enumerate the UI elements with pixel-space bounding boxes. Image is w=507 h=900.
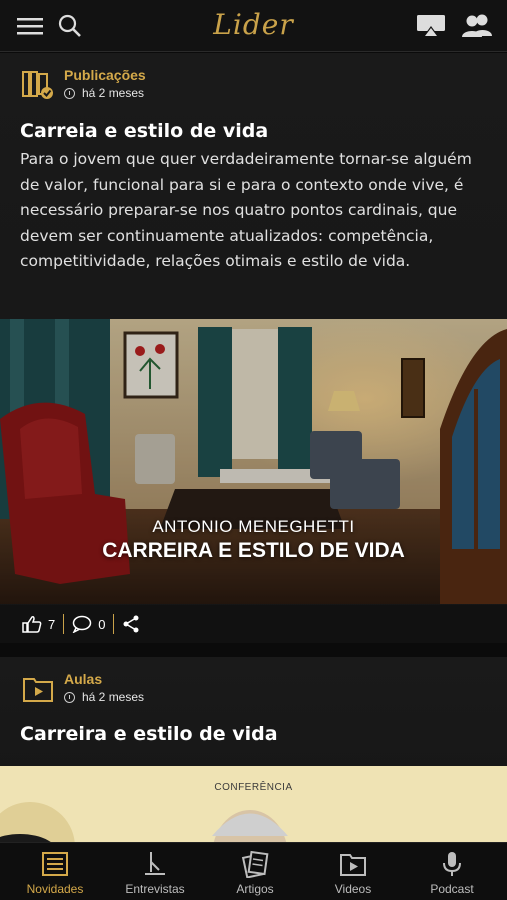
microphone-stand-icon: [145, 852, 165, 875]
tab-podcast[interactable]: Podcast: [402, 843, 502, 900]
post-title[interactable]: Carreira e estilo de vida: [20, 723, 278, 745]
post-image[interactable]: CONFERÊNCIA: [0, 766, 507, 847]
community-icon[interactable]: [460, 10, 494, 42]
like-button[interactable]: 7: [22, 615, 55, 633]
share-icon: [123, 615, 139, 633]
post-time: há 2 meses: [64, 690, 144, 704]
comment-button[interactable]: 0: [72, 615, 105, 633]
tab-novidades[interactable]: Novidades: [5, 843, 105, 900]
tab-label: Artigos: [236, 882, 274, 896]
video-play-icon: [340, 854, 366, 876]
comment-count: 0: [98, 616, 106, 632]
feed-item-publicacoes[interactable]: Publicações há 2 meses Carreia e estilo …: [0, 53, 507, 643]
divider: [113, 614, 115, 634]
post-time-text: há 2 meses: [82, 86, 145, 100]
bottom-nav: Novidades Entrevistas Artigos Videos Pod…: [0, 842, 507, 900]
tab-label: Videos: [334, 882, 372, 896]
share-button[interactable]: [122, 615, 140, 633]
podcast-mic-icon: [443, 852, 461, 876]
post-description: Para o jovem que quer verdadeiramente to…: [20, 150, 472, 271]
clock-icon: [64, 691, 75, 703]
books-icon: [22, 69, 54, 101]
thumbs-up-icon: [22, 616, 42, 633]
tab-videos[interactable]: Videos: [303, 843, 403, 900]
post-image[interactable]: ANTONIO MENEGHETTI CARREIRA E ESTILO DE …: [0, 319, 507, 604]
image-caption: CONFERÊNCIA: [214, 782, 293, 793]
tab-entrevistas[interactable]: Entrevistas: [105, 843, 205, 900]
comment-icon: [72, 615, 92, 633]
tab-label: Podcast: [430, 882, 474, 896]
airplay-icon[interactable]: [414, 10, 448, 42]
post-title[interactable]: Carreia e estilo de vida: [20, 120, 268, 142]
conference-photo: [0, 766, 507, 847]
post-actions: 7 0: [0, 605, 507, 643]
tab-label: Novidades: [26, 882, 84, 896]
tab-label: Entrevistas: [125, 882, 185, 896]
category-label[interactable]: Publicações: [64, 67, 146, 83]
tab-artigos[interactable]: Artigos: [205, 843, 305, 900]
clock-icon: [64, 87, 75, 99]
video-icon: [22, 673, 54, 705]
post-time: há 2 meses: [64, 86, 144, 100]
feed-item-aulas[interactable]: Aulas há 2 meses Carreira e estilo de vi…: [0, 657, 507, 847]
category-label[interactable]: Aulas: [64, 671, 102, 687]
articles-icon: [241, 850, 269, 878]
image-caption-title: CARREIRA E ESTILO DE VIDA: [102, 539, 405, 562]
top-bar: Lider: [0, 0, 507, 52]
news-icon: [42, 852, 68, 876]
image-caption-author: ANTONIO MENEGHETTI: [152, 517, 355, 536]
post-time-text: há 2 meses: [82, 690, 145, 704]
divider: [63, 614, 65, 634]
like-count: 7: [48, 616, 56, 632]
